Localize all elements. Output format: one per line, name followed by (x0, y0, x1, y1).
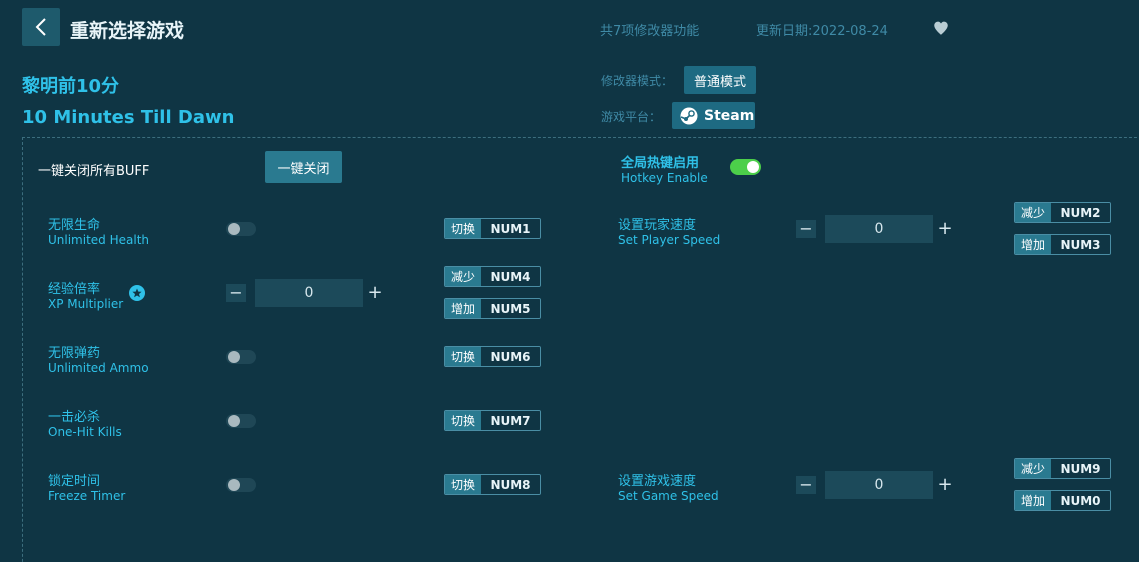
option-label-en: Unlimited Health (48, 233, 150, 247)
one-hit-kills-toggle[interactable] (226, 414, 256, 428)
option-label-en: XP Multiplier (48, 297, 124, 311)
hotkey-num6[interactable]: 切换 NUM6 (444, 346, 541, 367)
star-icon (129, 285, 145, 301)
xp-increase-button[interactable]: + (366, 284, 384, 302)
key-value: NUM4 (481, 267, 540, 286)
key-action: 增加 (1015, 491, 1051, 510)
key-action: 切换 (445, 347, 481, 366)
unlimited-ammo-toggle[interactable] (226, 350, 256, 364)
toggle-knob (228, 223, 240, 235)
platform-label: 游戏平台： (601, 110, 662, 124)
option-label-en: Set Game Speed (618, 489, 719, 503)
toggle-knob (228, 351, 240, 363)
toggle-knob (747, 161, 759, 173)
hotkey-num5[interactable]: 增加 NUM5 (444, 298, 541, 319)
toggle-knob (228, 415, 240, 427)
steam-icon (680, 107, 698, 124)
heart-icon[interactable] (932, 19, 950, 37)
option-label-cn: 锁定时间 (48, 474, 101, 489)
key-value: NUM5 (481, 299, 540, 318)
close-all-button[interactable]: 一键关闭 (265, 151, 342, 183)
key-value: NUM6 (481, 347, 540, 366)
key-value: NUM8 (481, 475, 540, 494)
hotkey-num2[interactable]: 减少 NUM2 (1014, 202, 1111, 223)
option-label-cn: 无限生命 (48, 218, 101, 233)
platform-button[interactable]: Steam (672, 102, 755, 129)
mode-label: 修改器模式： (601, 74, 674, 88)
game-speed-decrease-button[interactable]: − (796, 476, 816, 494)
key-value: NUM1 (481, 219, 540, 238)
key-action: 切换 (445, 475, 481, 494)
option-label-cn: 设置游戏速度 (618, 474, 697, 489)
hotkey-num7[interactable]: 切换 NUM7 (444, 410, 541, 431)
hotkey-num3[interactable]: 增加 NUM3 (1014, 234, 1111, 255)
close-all-label: 一键关闭所有BUFF (38, 164, 150, 179)
key-value: NUM3 (1051, 235, 1110, 254)
feature-count: 共7项修改器功能 (600, 24, 700, 39)
page-title: 重新选择游戏 (70, 20, 185, 42)
option-label-cn: 设置玩家速度 (618, 218, 697, 233)
key-value: NUM7 (481, 411, 540, 430)
player-speed-decrease-button[interactable]: − (796, 220, 816, 238)
key-action: 增加 (445, 299, 481, 318)
player-speed-input[interactable]: 0 (825, 215, 933, 243)
option-label-cn: 无限弹药 (48, 346, 101, 361)
key-action: 增加 (1015, 235, 1051, 254)
hotkey-num8[interactable]: 切换 NUM8 (444, 474, 541, 495)
key-value: NUM0 (1051, 491, 1110, 510)
hotkey-num4[interactable]: 减少 NUM4 (444, 266, 541, 287)
xp-decrease-button[interactable]: − (226, 284, 246, 302)
hotkey-toggle[interactable] (730, 159, 761, 175)
key-value: NUM2 (1051, 203, 1110, 222)
option-label-en: Set Player Speed (618, 233, 721, 247)
hotkey-label-cn: 全局热键启用 (621, 156, 700, 171)
key-action: 减少 (1015, 203, 1051, 222)
option-label-en: One-Hit Kills (48, 425, 122, 439)
key-action: 减少 (445, 267, 481, 286)
game-name-cn: 黎明前10分 (22, 76, 120, 97)
key-action: 减少 (1015, 459, 1051, 478)
hotkey-num1[interactable]: 切换 NUM1 (444, 218, 541, 239)
freeze-timer-toggle[interactable] (226, 478, 256, 492)
game-speed-increase-button[interactable]: + (936, 476, 954, 494)
hotkey-num0[interactable]: 增加 NUM0 (1014, 490, 1111, 511)
hotkey-num9[interactable]: 减少 NUM9 (1014, 458, 1111, 479)
platform-name: Steam (704, 107, 755, 124)
mode-button[interactable]: 普通模式 (684, 66, 756, 94)
player-speed-increase-button[interactable]: + (936, 220, 954, 238)
back-button[interactable] (22, 8, 60, 46)
key-action: 切换 (445, 411, 481, 430)
option-label-cn: 经验倍率 (48, 282, 101, 297)
update-date: 更新日期:2022-08-24 (756, 24, 888, 39)
chevron-left-icon (35, 18, 46, 36)
xp-value-input[interactable]: 0 (255, 279, 363, 307)
option-label-en: Freeze Timer (48, 489, 126, 503)
key-value: NUM9 (1051, 459, 1110, 478)
option-label-cn: 一击必杀 (48, 410, 101, 425)
option-label-en: Unlimited Ammo (48, 361, 149, 375)
game-speed-input[interactable]: 0 (825, 471, 933, 499)
options-panel (22, 137, 1139, 562)
key-action: 切换 (445, 219, 481, 238)
unlimited-health-toggle[interactable] (226, 222, 256, 236)
hotkey-label-en: Hotkey Enable (621, 171, 708, 185)
game-name-en: 10 Minutes Till Dawn (22, 107, 235, 128)
toggle-knob (228, 479, 240, 491)
